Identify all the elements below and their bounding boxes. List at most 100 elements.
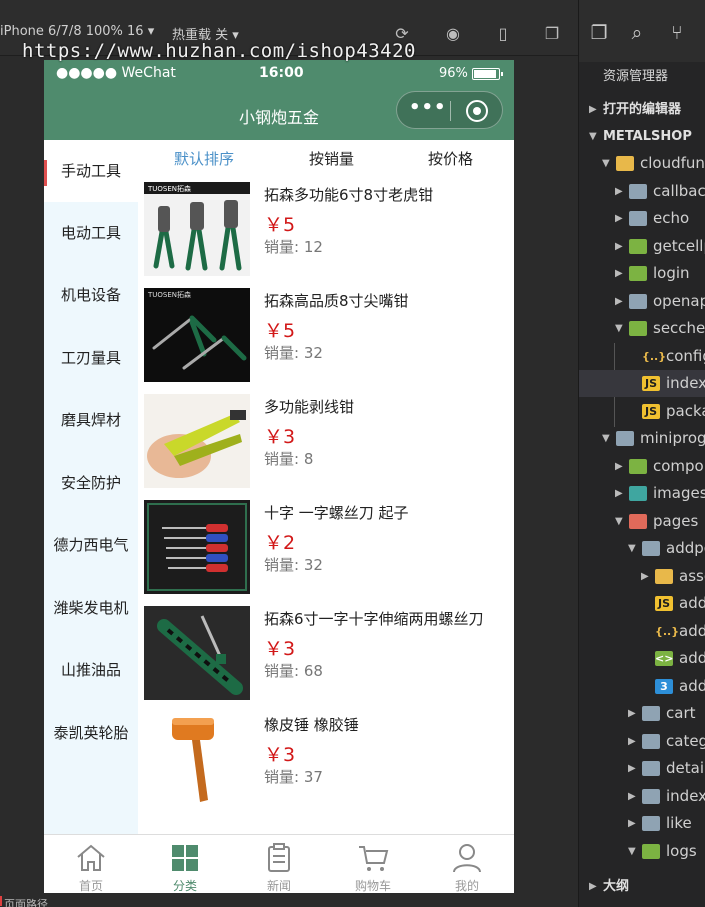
tree-folder[interactable]: ▼ pages	[579, 508, 705, 535]
product-image-wire-stripper	[144, 394, 250, 488]
sort-default-tab[interactable]: 默认排序	[174, 148, 234, 169]
product-item[interactable]: TUOSEN拓森 拓森高品质8寸尖嘴钳 ￥5 销量: 32	[144, 288, 514, 388]
tab-category[interactable]: 分类	[138, 835, 232, 893]
tree-folder[interactable]: ▶ compo	[579, 453, 705, 480]
category-item[interactable]: 手动工具	[44, 140, 138, 202]
tree-file[interactable]: 3 addp	[579, 673, 705, 700]
chevron-right-icon[interactable]: ▶	[628, 728, 636, 755]
chevron-down-icon[interactable]: ▼	[589, 123, 597, 150]
tree-folder[interactable]: ▶ index	[579, 783, 705, 810]
source-control-icon[interactable]: ⑂	[667, 22, 687, 44]
tree-folder[interactable]: ▶ like	[579, 810, 705, 837]
search-icon[interactable]: ⌕	[627, 22, 647, 44]
more-icon[interactable]: •••	[409, 97, 447, 118]
chevron-right-icon[interactable]: ▶	[628, 810, 636, 837]
chevron-right-icon[interactable]: ▶	[615, 205, 623, 232]
tree-folder[interactable]: ▶ echo	[579, 205, 705, 232]
product-item[interactable]: TUOSEN拓森 拓森多功能6寸8寸老虎钳 ￥5 销量: 12	[144, 182, 514, 282]
battery-icon	[472, 68, 503, 80]
tree-folder[interactable]: ▶ images	[579, 480, 705, 507]
window-icon[interactable]: ❐	[542, 24, 562, 44]
product-item[interactable]: 多功能剥线钳 ￥3 销量: 8	[144, 394, 514, 494]
product-sales: 销量: 12	[264, 238, 323, 256]
category-item[interactable]: 磨具焊材	[44, 389, 138, 451]
tree-label: images	[653, 484, 705, 502]
tree-file[interactable]: {..}addp	[579, 618, 705, 645]
chevron-down-icon[interactable]: ▼	[602, 150, 610, 177]
tree-folder[interactable]: ▶ categ	[579, 728, 705, 755]
chevron-down-icon[interactable]: ▼	[628, 535, 636, 562]
tab-news[interactable]: 新闻	[232, 835, 326, 893]
folder-icon	[642, 541, 660, 556]
explorer-section[interactable]: ▼ METALSHOP	[579, 123, 705, 150]
tree-folder[interactable]: ▶ openap	[579, 288, 705, 315]
tree-folder[interactable]: ▶ callback	[579, 178, 705, 205]
chevron-down-icon[interactable]: ▼	[615, 508, 623, 535]
chevron-right-icon[interactable]: ▶	[628, 783, 636, 810]
folder-icon	[629, 486, 647, 501]
product-image-dual-screwdriver	[144, 606, 250, 700]
tree-file[interactable]: <> addp	[579, 645, 705, 672]
folder-icon	[629, 266, 647, 281]
folder-icon	[629, 184, 647, 199]
category-item[interactable]: 德力西电气	[44, 514, 138, 576]
chevron-down-icon[interactable]: ▼	[602, 425, 610, 452]
tree-folder[interactable]: ▼ miniprog	[579, 425, 705, 452]
category-item[interactable]: 机电设备	[44, 264, 138, 326]
tab-label: 首页	[78, 879, 103, 893]
chevron-right-icon[interactable]: ▶	[641, 563, 649, 590]
tab-profile[interactable]: 我的	[420, 835, 514, 893]
tree-file[interactable]: JS index	[579, 370, 705, 397]
tree-label: cloudfun	[640, 154, 705, 172]
files-icon[interactable]: ❐	[589, 22, 609, 44]
folder-icon	[629, 239, 647, 254]
outline-section[interactable]: ▶ 大纲	[579, 873, 705, 900]
tree-folder[interactable]: ▼ cloudfun	[579, 150, 705, 177]
category-item[interactable]: 泰凯英轮胎	[44, 702, 138, 764]
chevron-down-icon[interactable]: ▼	[628, 838, 636, 865]
category-item[interactable]: 电动工具	[44, 202, 138, 264]
refresh-icon[interactable]: ⟳	[392, 24, 412, 44]
chevron-right-icon[interactable]: ▶	[589, 96, 597, 123]
chevron-right-icon[interactable]: ▶	[615, 233, 623, 260]
category-item[interactable]: 潍柴发电机	[44, 577, 138, 639]
chevron-right-icon[interactable]: ▶	[628, 755, 636, 782]
chevron-right-icon[interactable]: ▶	[628, 700, 636, 727]
hot-reload-select[interactable]: 热重载 关 ▾	[172, 24, 239, 43]
tree-folder[interactable]: ▶ cart	[579, 700, 705, 727]
tree-folder[interactable]: ▼ secchec	[579, 315, 705, 342]
product-item[interactable]: 十字 一字螺丝刀 起子 ￥2 销量: 32	[144, 500, 514, 600]
tree-folder[interactable]: ▶ detail	[579, 755, 705, 782]
chevron-right-icon[interactable]: ▶	[615, 453, 623, 480]
tab-cart[interactable]: 购物车	[326, 835, 420, 893]
category-item[interactable]: 工刃量具	[44, 327, 138, 389]
stop-icon[interactable]: ◉	[443, 24, 463, 44]
product-item[interactable]: 橡皮锤 橡胶锤 ￥3 销量: 37	[144, 712, 514, 812]
tree-folder[interactable]: ▶ getcellp	[579, 233, 705, 260]
phone-icon[interactable]: ▯	[493, 24, 513, 44]
file-icon: JS	[642, 404, 660, 419]
tree-folder[interactable]: ▼ addpo	[579, 535, 705, 562]
chevron-right-icon[interactable]: ▶	[615, 480, 623, 507]
tree-folder[interactable]: ▶ asse	[579, 563, 705, 590]
explorer-section[interactable]: ▶ 打开的编辑器	[579, 96, 705, 123]
device-select[interactable]: iPhone 6/7/8 100% 16 ▾	[0, 24, 154, 39]
close-target-icon[interactable]	[466, 100, 488, 122]
chevron-right-icon[interactable]: ▶	[615, 260, 623, 287]
category-item[interactable]: 山推油品	[44, 639, 138, 701]
tab-home[interactable]: 首页	[44, 835, 138, 893]
tree-file[interactable]: JS addp	[579, 590, 705, 617]
tree-file[interactable]: {..}config	[579, 343, 705, 370]
category-item[interactable]: 安全防护	[44, 452, 138, 514]
sort-price-tab[interactable]: 按价格	[428, 148, 473, 169]
tree-folder[interactable]: ▼ logs	[579, 838, 705, 865]
chevron-right-icon[interactable]: ▶	[615, 288, 623, 315]
tree-file[interactable]: JS packa	[579, 398, 705, 425]
file-icon: {..}	[642, 350, 667, 363]
tree-folder[interactable]: ▶ login	[579, 260, 705, 287]
chevron-right-icon[interactable]: ▶	[615, 178, 623, 205]
sort-sales-tab[interactable]: 按销量	[309, 148, 354, 169]
product-item[interactable]: 拓森6寸一字十字伸缩两用螺丝刀 ￥3 销量: 68	[144, 606, 514, 706]
chevron-down-icon[interactable]: ▼	[615, 315, 623, 342]
folder-icon	[629, 294, 647, 309]
